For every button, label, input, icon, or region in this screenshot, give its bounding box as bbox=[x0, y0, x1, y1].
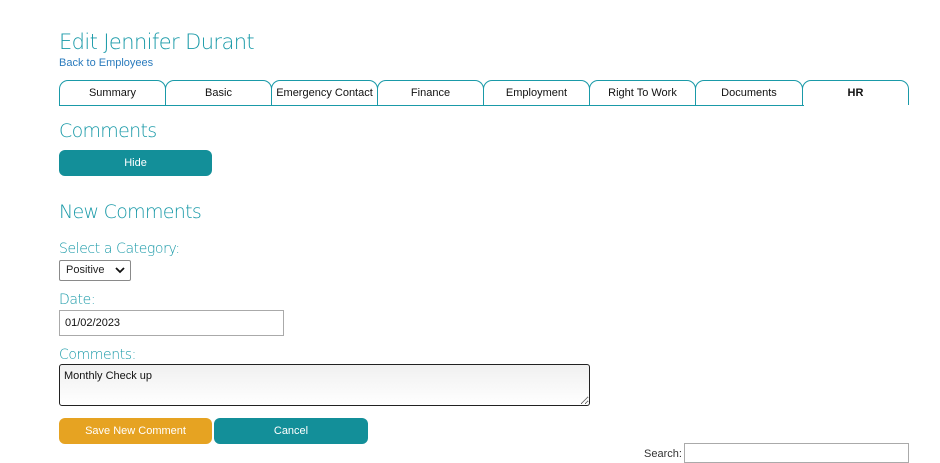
date-label: Date: bbox=[59, 292, 96, 308]
category-select[interactable]: Positive bbox=[59, 260, 131, 281]
tab-basic[interactable]: Basic bbox=[165, 80, 272, 105]
tab-right-to-work[interactable]: Right To Work bbox=[589, 80, 696, 105]
tab-bar: Summary Basic Emergency Contact Finance … bbox=[59, 80, 909, 106]
search-input[interactable] bbox=[684, 443, 909, 463]
save-new-comment-button[interactable]: Save New Comment bbox=[59, 418, 212, 444]
tab-underline bbox=[59, 105, 804, 106]
category-label: Select a Category: bbox=[59, 241, 180, 257]
tab-emergency-contact[interactable]: Emergency Contact bbox=[271, 80, 378, 105]
comments-label: Comments: bbox=[59, 347, 137, 363]
chevron-down-icon bbox=[115, 267, 125, 274]
page-title: Edit Jennifer Durant bbox=[59, 30, 255, 54]
back-to-employees-link[interactable]: Back to Employees bbox=[59, 57, 153, 69]
tab-summary[interactable]: Summary bbox=[59, 80, 166, 105]
comments-textarea[interactable]: Monthly Check up bbox=[59, 364, 590, 406]
hide-button[interactable]: Hide bbox=[59, 150, 212, 176]
tab-documents[interactable]: Documents bbox=[695, 80, 803, 105]
search-label: Search: bbox=[644, 448, 682, 460]
comments-heading: Comments bbox=[59, 120, 157, 142]
tab-finance[interactable]: Finance bbox=[377, 80, 484, 105]
tab-employment[interactable]: Employment bbox=[483, 80, 590, 105]
date-field[interactable] bbox=[59, 310, 284, 336]
cancel-button[interactable]: Cancel bbox=[214, 418, 368, 444]
category-selected-value: Positive bbox=[66, 264, 105, 276]
new-comments-heading: New Comments bbox=[59, 201, 202, 223]
tab-hr[interactable]: HR bbox=[802, 80, 909, 105]
